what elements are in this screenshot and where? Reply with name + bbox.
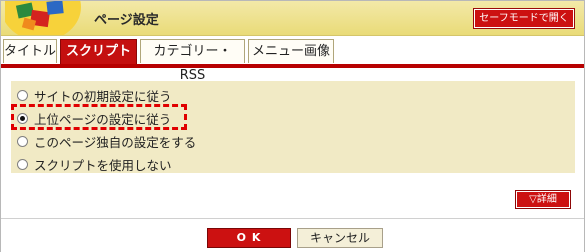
page-title: ページ設定	[94, 13, 159, 28]
tab-title[interactable]: タイトル	[3, 39, 57, 63]
ok-button[interactable]: O K	[207, 228, 291, 248]
footer-bar: O K キャンセル	[1, 218, 584, 252]
tab-script[interactable]: スクリプト	[60, 39, 137, 64]
option-parent-page[interactable]: 上位ページの設定に従う	[17, 109, 171, 127]
tab-category-rss[interactable]: カテゴリー・RSS	[140, 39, 245, 83]
radio-parent-page[interactable]	[17, 112, 28, 124]
radio-no-script[interactable]	[17, 158, 28, 170]
tab-bar: タイトル スクリプト カテゴリー・RSS メニュー画像	[1, 39, 584, 83]
header-bar: ページ設定 セーフモードで開く	[1, 1, 584, 36]
script-options-panel: サイトの初期設定に従う 上位ページの設定に従う このページ独自の設定をする スク…	[11, 81, 575, 173]
app-logo-icon	[5, 1, 81, 35]
option-no-script[interactable]: スクリプトを使用しない	[17, 155, 172, 173]
option-label: サイトの初期設定に従う	[34, 88, 172, 104]
safe-mode-open-button[interactable]: セーフモードで開く	[473, 8, 575, 29]
page-settings-window: ページ設定 セーフモードで開く タイトル スクリプト カテゴリー・RSS メニュ…	[0, 0, 585, 252]
option-label: 上位ページの設定に従う	[34, 111, 172, 127]
radio-page-specific[interactable]	[17, 135, 28, 147]
tab-menu-image[interactable]: メニュー画像	[248, 39, 334, 63]
cancel-button[interactable]: キャンセル	[297, 228, 383, 248]
details-toggle-button[interactable]: ▽詳細	[515, 190, 571, 209]
radio-site-default[interactable]	[17, 89, 28, 101]
option-site-default[interactable]: サイトの初期設定に従う	[17, 86, 172, 104]
option-label: スクリプトを使用しない	[34, 157, 172, 173]
option-page-specific[interactable]: このページ独自の設定をする	[17, 132, 196, 150]
option-label: このページ独自の設定をする	[34, 134, 197, 150]
